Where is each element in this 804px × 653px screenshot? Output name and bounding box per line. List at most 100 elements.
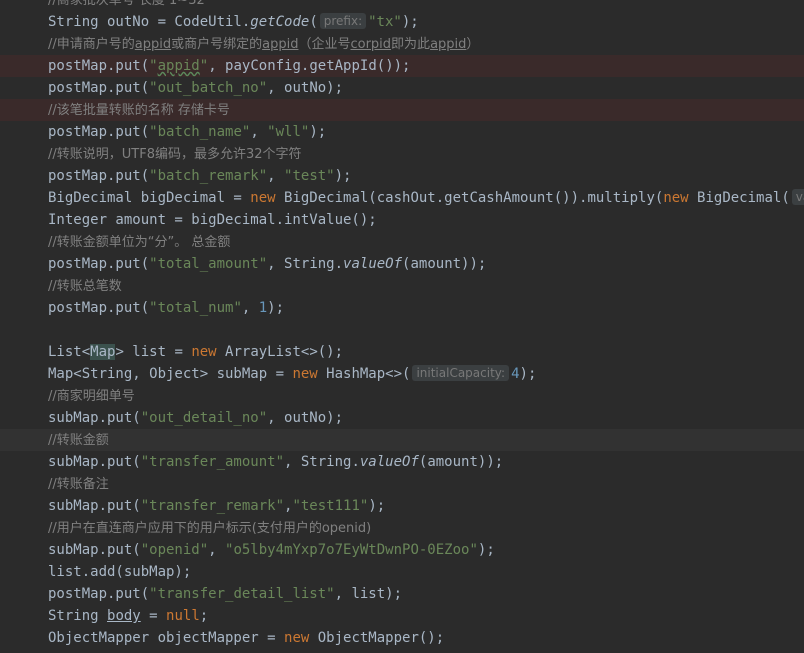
code-line[interactable]: Map<String, Object> subMap = new HashMap…	[0, 363, 804, 385]
code-token: 或商户号绑定的	[171, 37, 263, 52]
code-token: =	[140, 608, 167, 624]
code-token: "transfer_remark"	[140, 498, 285, 514]
code-token: appid	[157, 58, 200, 74]
code-line[interactable]: //转账总笔数	[0, 275, 804, 297]
code-token: , outNo);	[267, 410, 344, 426]
code-line[interactable]: String body = null;	[0, 605, 804, 627]
code-line[interactable]: postMap.put("batch_name", "wll");	[0, 121, 804, 143]
code-token: valueOf	[359, 454, 419, 470]
code-token: new	[663, 190, 698, 206]
code-token: BigDecimal(cashOut.getCashAmount()).mult…	[284, 190, 664, 206]
code-token: "test"	[284, 168, 335, 184]
code-token: );	[309, 124, 327, 140]
code-token: Integer amount = bigDecimal.intValue();	[48, 212, 377, 228]
code-token: String	[48, 608, 108, 624]
code-token: "total_num"	[149, 300, 242, 316]
code-token: "test111"	[292, 498, 369, 514]
code-line[interactable]: postMap.put("out_batch_no", outNo);	[0, 77, 804, 99]
code-token: "openid"	[140, 542, 209, 558]
code-token: new	[250, 190, 285, 206]
code-line[interactable]: List<Map> list = new ArrayList<>();	[0, 341, 804, 363]
code-token: );	[401, 14, 419, 30]
code-token: corpid	[350, 37, 392, 52]
code-token: postMap.put(	[48, 300, 150, 316]
code-token: ,	[250, 124, 268, 140]
code-token: //申请商户号的	[48, 37, 135, 52]
code-line[interactable]	[0, 319, 804, 341]
code-token: new	[292, 366, 327, 382]
code-token: //转账金额	[48, 433, 109, 448]
code-line[interactable]: ObjectMapper objectMapper = new ObjectMa…	[0, 627, 804, 649]
code-line[interactable]: subMap.put("transfer_amount", String.val…	[0, 451, 804, 473]
code-token: "wll"	[267, 124, 310, 140]
code-token: //转账说明，UTF8编码，最多允许32个字符	[48, 147, 302, 162]
code-token: appid	[430, 37, 467, 52]
code-editor[interactable]: //商家批次单号 长度 1~32 String outNo = CodeUtil.…	[0, 0, 804, 653]
code-line[interactable]: Integer amount = bigDecimal.intValue();	[0, 209, 804, 231]
code-line[interactable]: postMap.put("total_amount", String.value…	[0, 253, 804, 275]
code-token: ObjectMapper objectMapper =	[48, 630, 285, 646]
code-token: String outNo = CodeUtil.	[48, 14, 251, 30]
code-line[interactable]: //商家明细单号	[0, 385, 804, 407]
code-line[interactable]: //转账备注	[0, 473, 804, 495]
code-token: );	[477, 542, 495, 558]
code-line[interactable]: subMap.put("transfer_remark","test111");	[0, 495, 804, 517]
code-token: list.add(subMap);	[48, 564, 192, 580]
code-token: "total_amount"	[149, 256, 268, 272]
code-line[interactable]: //商家批次单号 长度 1~32	[0, 0, 804, 11]
code-line[interactable]: list.add(subMap);	[0, 561, 804, 583]
code-line[interactable]: BigDecimal bigDecimal = new BigDecimal(c…	[0, 187, 804, 209]
code-token: Map	[90, 344, 116, 360]
code-line[interactable]: subMap.put("openid", "o5lby4mYxp7o7EyWtD…	[0, 539, 804, 561]
code-token: "transfer_amount"	[140, 454, 285, 470]
code-token: "	[149, 58, 158, 74]
code-line[interactable]: postMap.put("total_num", 1);	[0, 297, 804, 319]
parameter-hint: prefix:	[319, 13, 367, 29]
code-token: getCode	[250, 14, 310, 30]
code-token: "tx"	[368, 14, 402, 30]
code-token: //用户在直连商户应用下的用户标示(支付用户的openid)	[48, 521, 372, 536]
code-line[interactable]: postMap.put("transfer_detail_list", list…	[0, 583, 804, 605]
code-token: //商家批次单号 长度 1~32	[48, 0, 205, 8]
code-line[interactable]: //用户在直连商户应用下的用户标示(支付用户的openid)	[0, 517, 804, 539]
code-line[interactable]: postMap.put("batch_remark", "test");	[0, 165, 804, 187]
code-line[interactable]: subMap.put("out_detail_no", outNo);	[0, 407, 804, 429]
code-token: 1	[258, 300, 268, 316]
code-token: postMap.put(	[48, 586, 150, 602]
code-token: postMap.put(	[48, 256, 150, 272]
code-token: , String.	[284, 454, 360, 470]
code-line[interactable]: postMap.put("appid", payConfig.getAppId(…	[0, 55, 804, 77]
code-token: ArrayList<>();	[225, 344, 344, 360]
code-token: //商家明细单号	[48, 389, 135, 404]
code-token: , payConfig.getAppId());	[208, 58, 411, 74]
code-line[interactable]: //该笔批量转账的名称 存储卡号	[0, 99, 804, 121]
code-line[interactable]: //转账说明，UTF8编码，最多允许32个字符	[0, 143, 804, 165]
code-token: );	[267, 300, 285, 316]
code-token: subMap.put(	[48, 542, 141, 558]
code-token: (amount));	[418, 454, 504, 470]
code-token: postMap.put(	[48, 168, 150, 184]
code-token: //转账金额单位为“分”。 总金额	[48, 235, 231, 250]
code-token: ObjectMapper();	[317, 630, 445, 646]
code-token: , String.	[267, 256, 344, 272]
code-token: ,	[241, 300, 259, 316]
code-token: HashMap<>(	[326, 366, 411, 382]
code-line[interactable]: //申请商户号的appid或商户号绑定的appid（企业号corpid即为此ap…	[0, 33, 804, 55]
code-token: （企业号	[298, 37, 351, 52]
code-token: , list);	[334, 586, 403, 602]
code-token: "out_detail_no"	[140, 410, 268, 426]
code-token: appid	[262, 37, 299, 52]
code-token: postMap.put(	[48, 124, 150, 140]
code-token: //转账备注	[48, 477, 109, 492]
code-line[interactable]: //转账金额单位为“分”。 总金额	[0, 231, 804, 253]
code-token: new	[191, 344, 226, 360]
code-token: postMap.put(	[48, 58, 150, 74]
code-token: "out_batch_no"	[149, 80, 268, 96]
code-line[interactable]: String outNo = CodeUtil.getCode(prefix: "…	[0, 11, 804, 33]
code-token: "batch_name"	[149, 124, 251, 140]
code-line[interactable]: //转账金额	[0, 429, 804, 451]
code-token: ）	[466, 37, 480, 52]
code-token: BigDecimal bigDecimal =	[48, 190, 251, 206]
code-token: "o5lby4mYxp7o7EyWtDwnPO-0EZoo"	[225, 542, 478, 558]
code-token: "batch_remark"	[149, 168, 268, 184]
